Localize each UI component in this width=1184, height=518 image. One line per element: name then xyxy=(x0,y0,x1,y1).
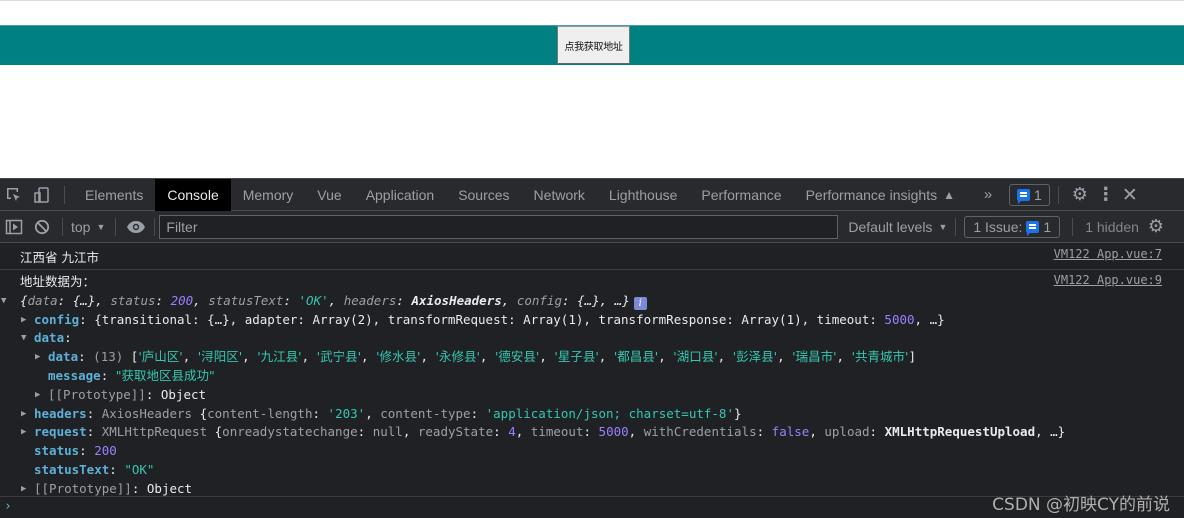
prop-message: message: "获取地区县成功" xyxy=(48,367,215,383)
tab-network[interactable]: Network xyxy=(522,179,597,211)
district-list: '庐山区', '浔阳区', '九江县', '武宁县', '修水县', '永修县'… xyxy=(138,349,909,365)
close-icon[interactable]: ✕ xyxy=(1119,184,1141,206)
issues-label: 1 Issue: xyxy=(973,218,1023,235)
district-item: '星子县' xyxy=(554,349,599,365)
source-link[interactable]: VM122 App.vue:7 xyxy=(1054,247,1162,261)
message-text: 地址数据为： xyxy=(20,274,96,289)
prompt-chevron-icon: › xyxy=(4,499,12,514)
tab-vue[interactable]: Vue xyxy=(305,179,353,211)
district-item: '瑞昌市' xyxy=(792,349,837,365)
caret-down-icon: ▼ xyxy=(938,221,948,232)
divider xyxy=(115,217,117,236)
prop-config[interactable]: ▶ config: {transitional: {…}, adapter: Ar… xyxy=(20,311,1184,330)
info-icon[interactable]: i xyxy=(633,296,647,310)
district-item: '浔阳区' xyxy=(197,349,243,365)
tab-console[interactable]: Console xyxy=(155,178,231,211)
inspect-element-icon[interactable] xyxy=(0,179,28,211)
prop-data-array[interactable]: ▶ data: (13) ['庐山区', '浔阳区', '九江县', '武宁县',… xyxy=(20,348,1184,367)
district-item: '永修县' xyxy=(435,349,480,365)
district-item: '湖口县' xyxy=(673,349,718,365)
fetch-address-button[interactable]: 点我获取地址 xyxy=(557,26,630,64)
divider xyxy=(154,217,156,236)
more-tabs-button[interactable]: » xyxy=(975,186,1001,203)
issue-count: 1 xyxy=(1033,186,1042,203)
message-text: 江西省 九江市 xyxy=(20,250,99,265)
console-settings-gear-icon[interactable]: ⚙ xyxy=(1143,216,1169,237)
web-page: 点我获取地址 xyxy=(0,0,1184,178)
flask-icon: ▲ xyxy=(943,187,955,202)
district-item: '九江县' xyxy=(257,349,302,365)
console-message: 江西省 九江市 VM122 App.vue:7 xyxy=(0,244,1184,270)
district-item: '修水县' xyxy=(376,349,421,365)
issues-button[interactable]: 1 Issue: 1 xyxy=(964,215,1061,238)
settings-gear-icon[interactable]: ⚙ xyxy=(1067,184,1093,205)
console-toolbar: top ▼ Filter Default levels ▼ 1 Issue: 1… xyxy=(0,211,1184,243)
district-item: '庐山区' xyxy=(138,349,183,365)
more-options-icon[interactable]: ⋮ xyxy=(1093,184,1119,205)
divider xyxy=(62,217,63,236)
collapsed-triangle-icon[interactable]: ▶ xyxy=(21,311,33,330)
expanded-triangle-icon[interactable]: ▼ xyxy=(21,329,33,348)
issues-badge-button[interactable]: 1 xyxy=(1008,183,1050,206)
clear-console-icon[interactable] xyxy=(28,211,56,243)
message-icon xyxy=(1026,220,1040,236)
prop-status: status: 200 xyxy=(34,443,117,459)
prop-status-text: statusText: "OK" xyxy=(34,461,155,477)
district-item: '彭泽县' xyxy=(732,349,778,365)
collapsed-triangle-icon[interactable]: ▶ xyxy=(35,386,47,405)
source-link[interactable]: VM122 App.vue:9 xyxy=(1054,273,1162,287)
collapsed-triangle-icon[interactable]: ▶ xyxy=(21,405,33,424)
tab-performance[interactable]: Performance xyxy=(689,179,793,211)
tab-application[interactable]: Application xyxy=(354,179,447,211)
live-expression-eye-icon[interactable] xyxy=(122,211,150,243)
tab-lighthouse[interactable]: Lighthouse xyxy=(597,179,690,211)
district-item: '都昌县' xyxy=(613,349,659,365)
devtools-tabbar: Elements Console Memory Vue Application … xyxy=(0,178,1184,211)
divider xyxy=(1057,185,1059,204)
expanded-triangle-icon[interactable]: ▼ xyxy=(1,292,13,311)
sidebar-toggle-icon[interactable] xyxy=(0,211,28,243)
context-selector[interactable]: top ▼ xyxy=(67,219,109,235)
prop-headers[interactable]: ▶ headers: AxiosHeaders {content-length: … xyxy=(20,405,1184,424)
divider xyxy=(64,185,65,204)
tab-sources[interactable]: Sources xyxy=(446,179,521,211)
filter-input[interactable]: Filter xyxy=(159,214,839,239)
tab-performance-insights[interactable]: Performance insights ▲ xyxy=(794,179,967,211)
context-label: top xyxy=(71,218,91,235)
collapsed-triangle-icon[interactable]: ▶ xyxy=(35,348,47,367)
hidden-messages-count: 1 hidden xyxy=(1085,218,1139,235)
collapsed-triangle-icon[interactable]: ▶ xyxy=(21,423,33,442)
district-item: '德安县' xyxy=(494,349,540,365)
caret-down-icon: ▼ xyxy=(96,221,106,232)
console-message: 地址数据为： VM122 App.vue:9 ▼ {data: {…}, stat… xyxy=(0,270,1184,502)
log-levels-dropdown[interactable]: Default levels ▼ xyxy=(848,219,947,235)
divider xyxy=(955,217,957,236)
device-toolbar-icon[interactable] xyxy=(28,179,56,211)
watermark: CSDN @初映CY的前说 xyxy=(992,495,1170,515)
devtools-panel: Elements Console Memory Vue Application … xyxy=(0,178,1184,518)
prop-data[interactable]: ▼ data: xyxy=(20,329,1184,348)
tab-elements[interactable]: Elements xyxy=(73,179,155,211)
district-item: '共青城市' xyxy=(851,349,909,365)
tab-label: Performance insights xyxy=(805,186,938,203)
tab-memory[interactable]: Memory xyxy=(231,179,306,211)
levels-label: Default levels xyxy=(848,218,933,235)
divider xyxy=(1072,217,1074,236)
object-summary[interactable]: ▼ {data: {…}, status: 200, statusText: 'O… xyxy=(0,292,1184,311)
district-item: '武宁县' xyxy=(316,349,362,365)
prop-data-prototype[interactable]: ▶ [[Prototype]]: Object xyxy=(20,386,1184,405)
prop-request[interactable]: ▶ request: XMLHttpRequest {onreadystatech… xyxy=(20,423,1184,442)
console-output: 江西省 九江市 VM122 App.vue:7 地址数据为： VM122 App… xyxy=(0,244,1184,518)
issues-count: 1 xyxy=(1043,218,1052,235)
message-icon xyxy=(1016,188,1030,204)
